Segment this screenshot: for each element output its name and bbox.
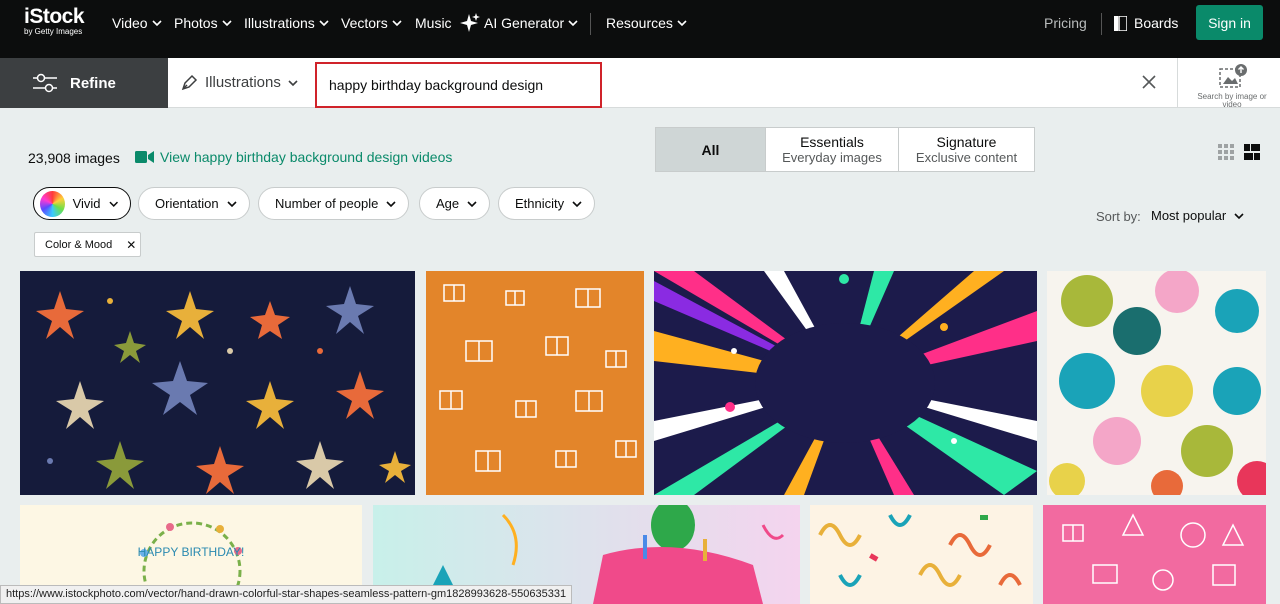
image-thumbnail-balloons[interactable]: [1047, 271, 1266, 495]
image-thumbnail-burst[interactable]: [654, 271, 1037, 495]
search-bar: Refine Illustrations Search by image or …: [0, 58, 1280, 109]
chevron-down-icon: [288, 79, 298, 86]
nav-photos[interactable]: Photos: [174, 14, 232, 32]
tab-subtitle: Everyday images: [782, 149, 882, 165]
chevron-down-icon: [386, 200, 396, 207]
video-camera-icon: [135, 151, 154, 163]
tab-essentials[interactable]: Essentials Everyday images: [766, 128, 899, 171]
chip-label: Color & Mood: [45, 238, 113, 251]
nav-label: Illustrations: [244, 15, 315, 31]
nav-label: Photos: [174, 15, 218, 31]
boards-label: Boards: [1134, 15, 1179, 31]
color-mood-chip[interactable]: Color & Mood ✕: [34, 232, 141, 257]
filter-label: Vivid: [72, 196, 101, 211]
nav-label: Video: [112, 15, 148, 31]
nav-divider: [1101, 13, 1102, 35]
tab-title: Essentials: [800, 133, 864, 150]
age-filter[interactable]: Age: [419, 187, 491, 220]
sliders-icon: [33, 73, 57, 93]
chevron-down-icon: [227, 200, 237, 207]
close-icon[interactable]: [1141, 74, 1157, 90]
mosaic-view-icon[interactable]: [1244, 144, 1260, 160]
search-by-image-label: Search by image or video: [1197, 92, 1267, 109]
grid-view-icon[interactable]: [1218, 144, 1234, 160]
sort-by-label: Sort by:: [1096, 209, 1141, 224]
search-box: [315, 62, 602, 108]
boards-icon: [1114, 15, 1127, 31]
nav-label: Resources: [606, 15, 673, 31]
view-videos-link[interactable]: View happy birthday background design vi…: [135, 149, 452, 165]
nav-label: Music: [415, 15, 452, 31]
search-by-image-button[interactable]: Search by image or video: [1193, 63, 1271, 109]
chevron-down-icon: [222, 20, 232, 27]
refine-label: Refine: [70, 75, 116, 92]
tab-signature[interactable]: Signature Exclusive content: [899, 128, 1034, 171]
sign-in-button[interactable]: Sign in: [1196, 5, 1263, 40]
sort-value: Most popular: [1151, 208, 1227, 223]
nav-ai-generator[interactable]: AI Generator: [460, 13, 578, 32]
orientation-filter[interactable]: Orientation: [138, 187, 250, 220]
boards-link[interactable]: Boards: [1114, 15, 1178, 31]
filter-label: Ethnicity: [515, 196, 565, 211]
image-thumbnail-stars[interactable]: [20, 271, 415, 495]
logo-tagline: by Getty Images: [24, 27, 83, 36]
filter-label: Age: [436, 196, 460, 211]
pen-icon: [181, 74, 198, 91]
search-input[interactable]: [329, 77, 589, 93]
sort-select[interactable]: Most popular: [1151, 208, 1244, 223]
license-tabs: All Essentials Everyday images Signature…: [655, 127, 1035, 172]
nav-illustrations[interactable]: Illustrations: [244, 14, 329, 32]
chevron-down-icon: [572, 200, 582, 207]
nav-music[interactable]: Music: [415, 14, 452, 32]
image-thumbnail-gifts[interactable]: [426, 271, 644, 495]
logo-text: iStock: [24, 5, 85, 28]
nav-resources[interactable]: Resources: [606, 14, 687, 32]
nav-label: Vectors: [341, 15, 388, 31]
sparkle-icon: [460, 13, 480, 32]
chevron-down-icon: [568, 20, 578, 27]
asset-type-label: Illustrations: [205, 74, 281, 91]
divider: [1177, 58, 1178, 108]
chevron-down-icon: [467, 200, 477, 207]
ethnicity-filter[interactable]: Ethnicity: [498, 187, 596, 220]
vivid-filter[interactable]: Vivid: [33, 187, 131, 220]
tab-all[interactable]: All: [656, 128, 766, 171]
image-search-icon: [1219, 64, 1247, 88]
tab-subtitle: Exclusive content: [915, 149, 1018, 165]
burst-image: [654, 271, 1037, 495]
color-wheel-icon: [40, 190, 65, 217]
balloons-image: [1047, 271, 1266, 495]
chevron-down-icon: [1234, 212, 1244, 219]
asset-type-select[interactable]: Illustrations: [181, 74, 298, 91]
filter-label: Orientation: [155, 196, 219, 211]
number-of-people-filter[interactable]: Number of people: [258, 187, 410, 220]
chevron-down-icon: [108, 201, 118, 207]
chevron-down-icon: [319, 20, 329, 27]
refine-button[interactable]: Refine: [0, 58, 168, 108]
nav-label: AI Generator: [484, 15, 565, 31]
confetti-image: [810, 505, 1033, 604]
chevron-down-icon: [392, 20, 402, 27]
view-videos-label: View happy birthday background design vi…: [160, 149, 453, 165]
top-nav: iStock by Getty Images Video Photos Illu…: [0, 0, 1280, 58]
filter-label: Number of people: [275, 196, 379, 211]
close-icon[interactable]: ✕: [126, 238, 136, 252]
image-thumbnail-pink-doodles[interactable]: [1043, 505, 1266, 604]
nav-video[interactable]: Video: [112, 14, 162, 32]
pink-doodles-image: [1043, 505, 1266, 604]
status-bar-url: https://www.istockphoto.com/vector/hand-…: [0, 585, 573, 604]
wreath-caption: HAPPY BIRTHDAY!: [137, 545, 245, 559]
result-count: 23,908 images: [28, 150, 120, 166]
gift-pattern-image: [426, 271, 644, 495]
pricing-link[interactable]: Pricing: [1044, 15, 1087, 31]
nav-vectors[interactable]: Vectors: [341, 14, 402, 32]
image-thumbnail-confetti[interactable]: [810, 505, 1033, 604]
star-pattern-image: [20, 271, 415, 495]
istock-logo[interactable]: iStock by Getty Images: [24, 5, 96, 39]
tab-title: All: [701, 141, 720, 158]
nav-divider: [590, 13, 591, 35]
tab-title: Signature: [936, 133, 997, 150]
chevron-down-icon: [151, 20, 162, 27]
chevron-down-icon: [677, 20, 687, 27]
